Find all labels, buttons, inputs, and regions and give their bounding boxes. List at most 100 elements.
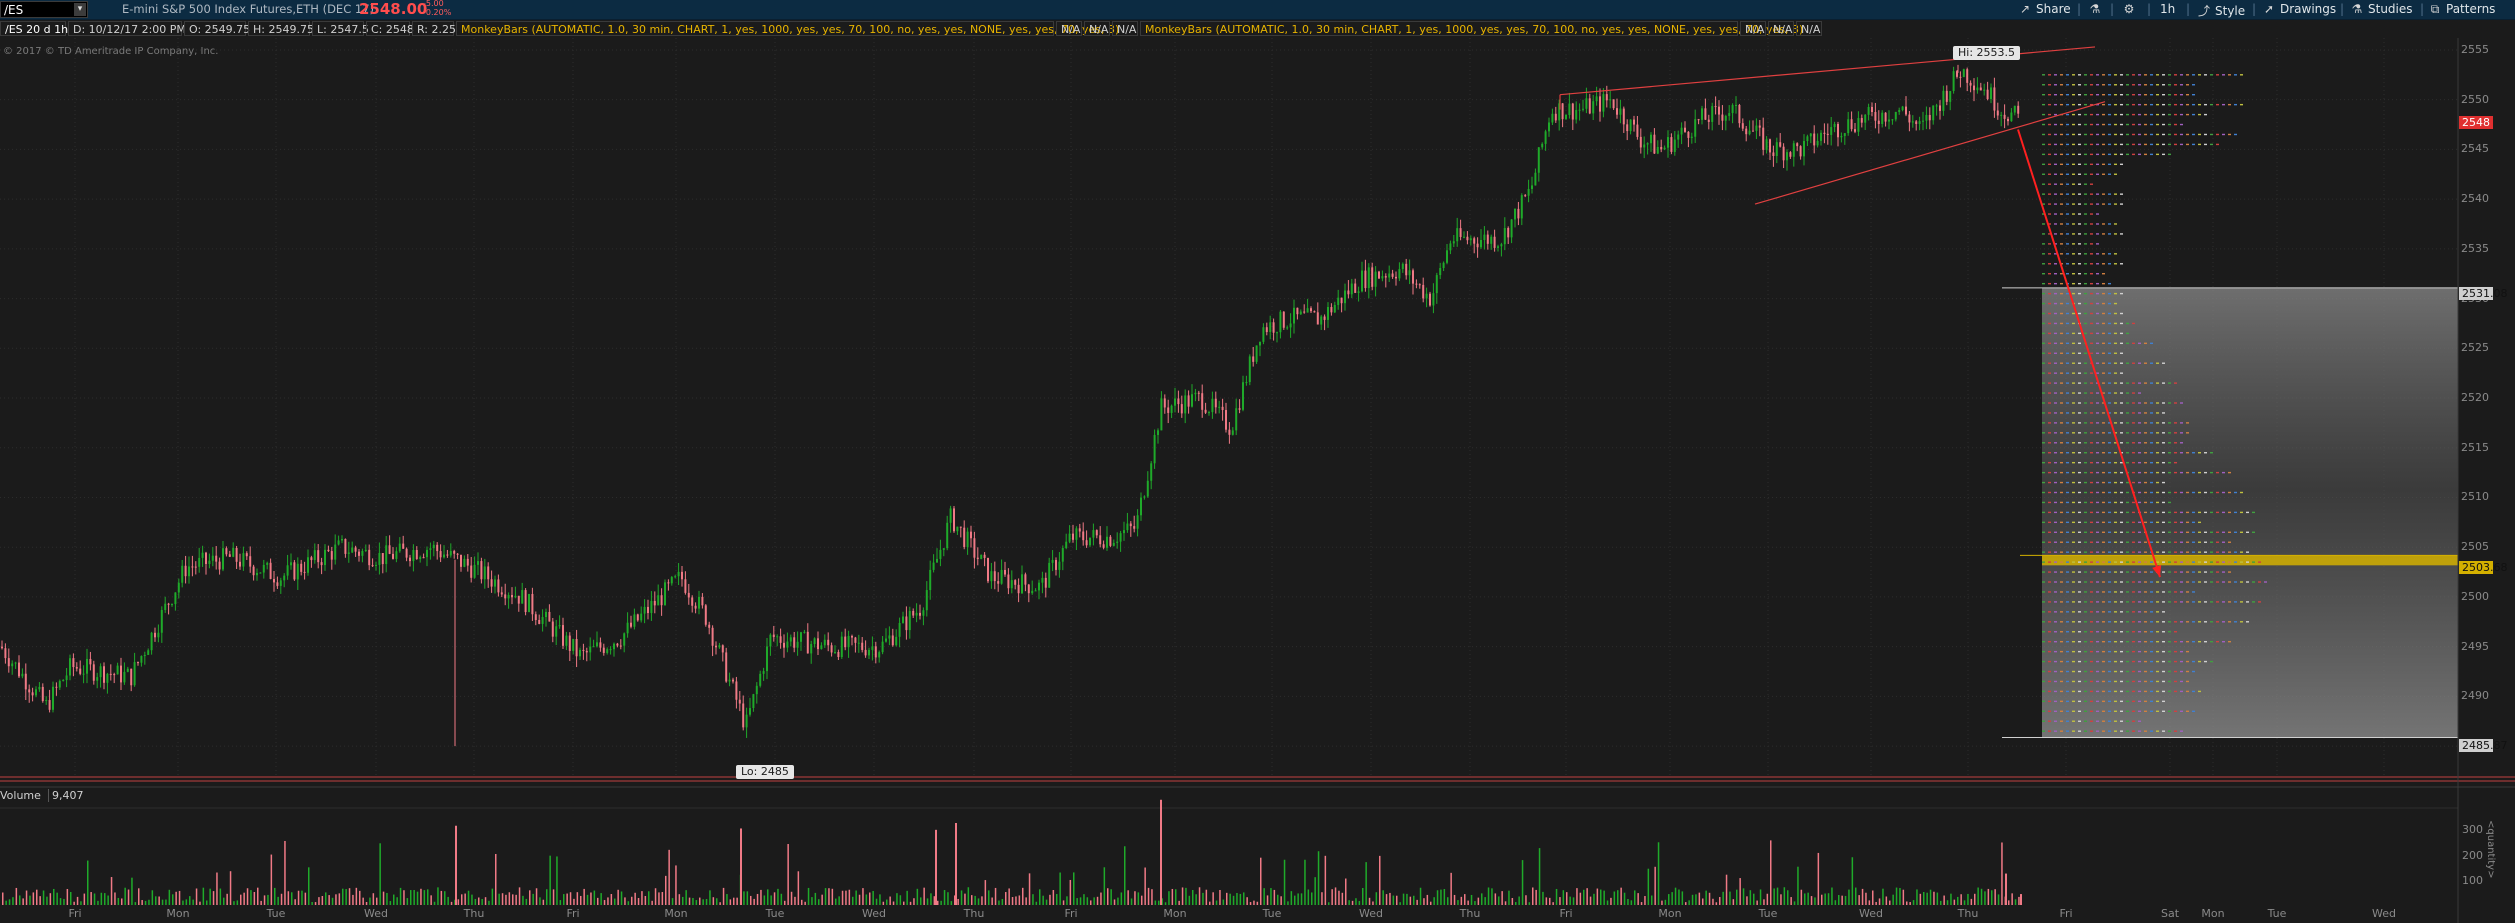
candle-body: [1860, 118, 1863, 123]
tpo-dot: [2108, 471, 2111, 474]
symbol-dropdown-icon[interactable]: ▾: [74, 3, 86, 16]
monkeybars-study-label[interactable]: MonkeyBars (AUTOMATIC, 1.0, 30 min, CHAR…: [456, 21, 1119, 36]
tpo-dot: [2102, 193, 2105, 195]
volume-bar: [1175, 889, 1177, 905]
tpo-dot: [2066, 213, 2069, 215]
tpo-dot: [2192, 93, 2195, 96]
tpo-dot: [2192, 670, 2195, 673]
patterns-button[interactable]: ⧉ Patterns: [2428, 2, 2496, 17]
candle-body: [1905, 106, 1907, 115]
price-chart[interactable]: [0, 38, 2515, 923]
candle: [361, 548, 364, 563]
candle: [1191, 384, 1193, 408]
tpo-dot: [2042, 611, 2045, 613]
candle: [1813, 125, 1816, 154]
tpo-dot: [2234, 103, 2237, 106]
tpo-dot: [2060, 273, 2063, 275]
tpo-dot: [2048, 680, 2051, 683]
tpo-dot: [2126, 442, 2129, 444]
candle-body: [242, 553, 245, 567]
flask-button[interactable]: ⚗: [2088, 2, 2106, 16]
settings-button[interactable]: ⚙: [2122, 2, 2140, 16]
tpo-dot: [2150, 452, 2153, 454]
volume-bar: [916, 888, 919, 905]
candle-body: [772, 634, 775, 638]
candle: [823, 634, 826, 648]
tpo-dot: [2054, 680, 2057, 683]
candle-body: [341, 538, 343, 541]
candle-body: [1939, 105, 1941, 111]
tpo-dot: [2090, 730, 2093, 732]
candle-body: [395, 551, 398, 559]
candle-body: [664, 582, 666, 606]
drawings-button[interactable]: ➚ Drawings: [2262, 2, 2336, 16]
candle-body: [1758, 125, 1761, 128]
tpo-dot: [2048, 103, 2051, 106]
candle: [1643, 136, 1646, 159]
tpo-dot: [2078, 710, 2081, 713]
candle: [500, 586, 503, 598]
candle: [296, 557, 299, 590]
tpo-dot: [2066, 700, 2069, 703]
tpo-dot: [2174, 93, 2177, 96]
tpo-dot: [2084, 571, 2087, 573]
tpo-dot: [2114, 253, 2117, 255]
monkeybars-study-label[interactable]: MonkeyBars (AUTOMATIC, 1.0, 30 min, CHAR…: [1140, 21, 1803, 36]
tpo-dot: [2168, 640, 2171, 643]
style-button[interactable]: ⤴ Style: [2197, 2, 2245, 19]
candle: [412, 544, 415, 572]
candle-body: [1350, 283, 1353, 295]
candle-body: [266, 562, 269, 565]
tpo-dot: [2054, 700, 2057, 703]
volume-bar: [32, 892, 35, 905]
volume-bar: [25, 890, 28, 905]
candle: [1565, 113, 1567, 120]
candle-body: [140, 656, 143, 663]
chart-name[interactable]: /ES 20 d 1h: [0, 21, 68, 36]
tpo-dot: [2054, 521, 2057, 524]
candle: [72, 653, 75, 677]
tpo-dot: [2090, 282, 2093, 285]
studies-button[interactable]: ⚗ Studies: [2350, 2, 2413, 16]
tpo-dot: [2204, 133, 2207, 136]
candle: [123, 662, 126, 685]
tpo-dot: [2168, 690, 2171, 693]
tpo-dot: [2090, 412, 2093, 414]
tpo-dot: [2054, 452, 2057, 454]
volume-bar: [1358, 901, 1361, 905]
candle: [1548, 117, 1550, 137]
share-button[interactable]: ↗ Share: [2018, 2, 2071, 16]
candle-body: [1779, 142, 1782, 147]
candle: [392, 547, 394, 560]
candle: [7, 648, 10, 673]
tpo-dot: [2174, 123, 2177, 126]
tpo-dot: [2186, 452, 2189, 454]
candle: [228, 550, 231, 558]
tpo-dot: [2126, 422, 2129, 424]
volume-bar: [753, 898, 755, 905]
candle-body: [402, 543, 405, 549]
candle-body: [188, 566, 190, 577]
tpo-dot: [2174, 442, 2177, 444]
tpo-dot: [2210, 571, 2213, 573]
tpo-dot: [2048, 491, 2051, 494]
volume-bar: [1338, 890, 1340, 905]
candle-body: [99, 666, 102, 678]
tpo-dot: [2156, 551, 2159, 553]
candle-body: [388, 545, 391, 554]
candle-body: [1748, 130, 1751, 135]
candle: [1595, 86, 1598, 106]
tpo-dot: [2042, 452, 2045, 454]
timeframe-button[interactable]: 1h: [2160, 2, 2175, 16]
candle: [1990, 83, 1992, 104]
tpo-dot: [2252, 511, 2255, 514]
volume-bar: [1596, 888, 1599, 905]
tpo-dot: [2066, 531, 2069, 533]
candle-body: [1636, 124, 1639, 137]
tpo-row: [2042, 461, 2177, 464]
tpo-dot: [2108, 223, 2111, 225]
tpo-dot: [2186, 690, 2189, 693]
candle-body: [592, 646, 595, 648]
candle: [1384, 273, 1387, 288]
tpo-dot: [2090, 581, 2093, 583]
